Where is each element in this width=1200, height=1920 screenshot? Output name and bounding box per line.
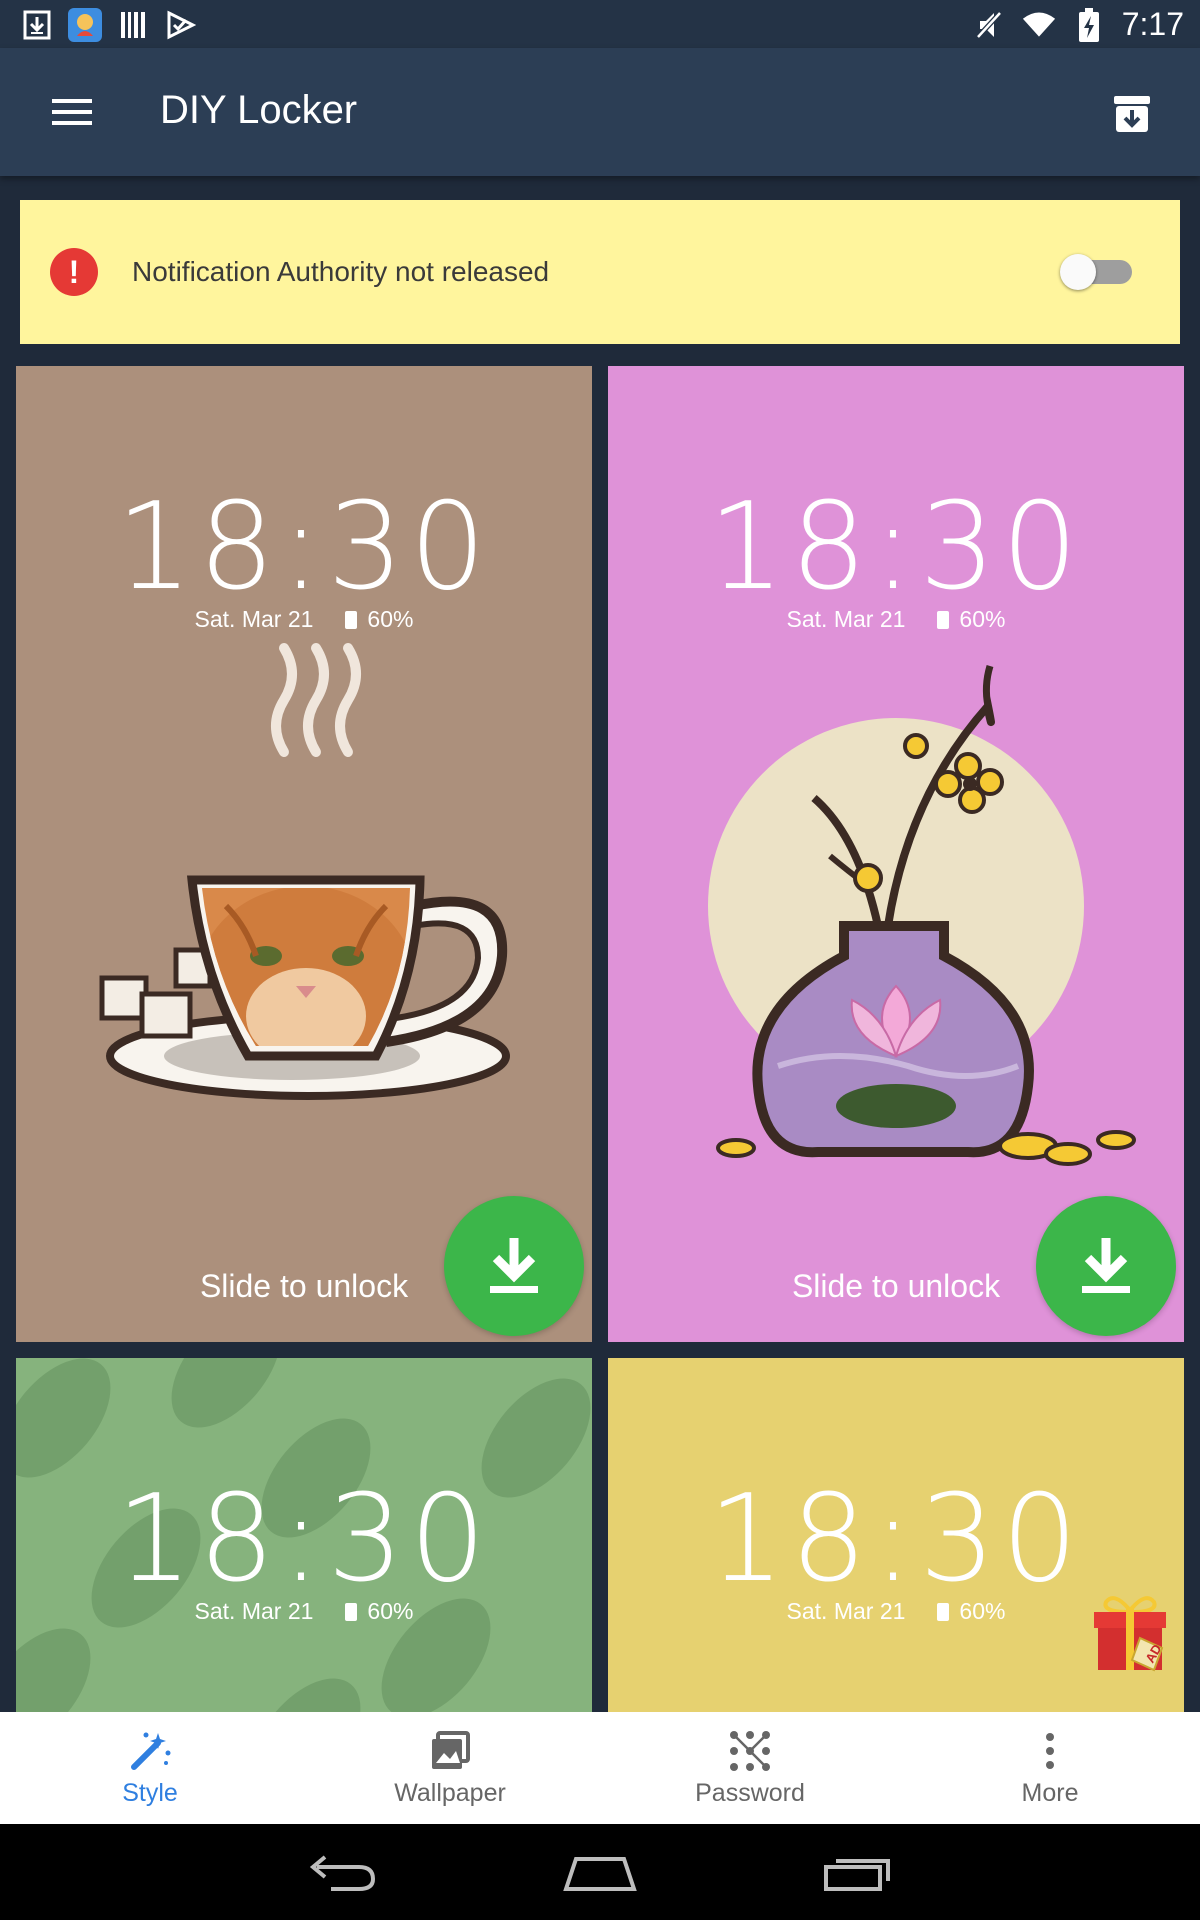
- status-bar: 7:17: [0, 0, 1200, 48]
- download-icon: [20, 8, 54, 42]
- mute-icon: [972, 8, 1006, 42]
- card-battery: 60%: [937, 1598, 1005, 1625]
- nav-label: More: [1021, 1778, 1079, 1807]
- battery-icon: [345, 610, 358, 629]
- battery-charging-icon: [1072, 7, 1106, 42]
- card-battery: 60%: [345, 1598, 413, 1625]
- download-icon: [1082, 1238, 1130, 1293]
- card-clock: 18:30: [116, 1470, 492, 1609]
- menu-button[interactable]: [36, 84, 108, 140]
- gift-icon: [1094, 1596, 1166, 1672]
- card-clock: 18:30: [116, 478, 492, 617]
- notice-text: Notification Authority not released: [132, 256, 550, 287]
- card-battery: 60%: [937, 606, 1005, 633]
- nav-label: Password: [695, 1778, 805, 1807]
- battery-icon: [345, 1602, 358, 1621]
- status-time: 7:17: [1121, 6, 1184, 42]
- pattern-icon: [730, 1730, 770, 1771]
- battery-icon: [937, 1602, 950, 1621]
- recents-icon: [824, 1859, 890, 1891]
- back-icon: [309, 1855, 376, 1891]
- recents-button[interactable]: [808, 1846, 908, 1900]
- back-button[interactable]: [292, 1846, 392, 1900]
- card-clock: 18:30: [708, 478, 1084, 617]
- image-icon: [432, 1730, 470, 1769]
- home-button[interactable]: [550, 1846, 650, 1900]
- nav-label: Style: [122, 1778, 178, 1807]
- notification-toggle[interactable]: [1060, 254, 1136, 290]
- nav-wallpaper[interactable]: Wallpaper: [300, 1712, 600, 1824]
- barcode-icon: [116, 8, 150, 42]
- card-date: Sat. Mar 21: [194, 1598, 314, 1624]
- card-battery: 60%: [345, 606, 413, 633]
- play-check-icon: [164, 8, 198, 42]
- archive-download-button[interactable]: [1100, 86, 1164, 142]
- system-navigation-bar: [0, 1824, 1200, 1920]
- battery-percent: 60%: [959, 1598, 1006, 1624]
- toggle-knob: [1060, 254, 1096, 290]
- battery-icon: [937, 610, 950, 629]
- card-date-battery: Sat. Mar 21 60%: [608, 606, 1184, 633]
- nav-style[interactable]: Style: [0, 1712, 300, 1824]
- nav-more[interactable]: More: [900, 1712, 1200, 1824]
- nav-password[interactable]: Password: [600, 1712, 900, 1824]
- card-date: Sat. Mar 21: [786, 1598, 906, 1624]
- wifi-icon: [1022, 8, 1056, 42]
- menu-icon: [52, 99, 92, 125]
- download-theme-button[interactable]: [444, 1196, 584, 1336]
- app-title: DIY Locker: [160, 88, 358, 132]
- theme-card-cat-teacup[interactable]: 18:30 Sat. Mar 21 60% Slide to unlock: [16, 366, 592, 1342]
- card-date-battery: Sat. Mar 21 60%: [16, 606, 592, 633]
- theme-card-lotus-vase[interactable]: 18:30 Sat. Mar 21 60% Slide to unlock: [608, 366, 1184, 1342]
- status-icons-right: 7:17: [972, 6, 1184, 43]
- card-date: Sat. Mar 21: [194, 606, 314, 632]
- gift-ad-button[interactable]: AD: [1088, 1590, 1172, 1674]
- archive-download-icon: [1114, 96, 1150, 132]
- battery-percent: 60%: [367, 1598, 414, 1624]
- theme-card-yellow[interactable]: 18:30 Sat. Mar 21 60% AD: [608, 1358, 1184, 1712]
- battery-percent: 60%: [959, 606, 1006, 632]
- status-icons-left: [20, 8, 198, 42]
- battery-percent: 60%: [367, 606, 414, 632]
- bottom-navigation: Style Wallpaper Password More: [0, 1712, 1200, 1824]
- theme-card-leaf-pattern[interactable]: 18:30 Sat. Mar 21 60%: [16, 1358, 592, 1712]
- card-clock: 18:30: [708, 1470, 1084, 1609]
- magic-wand-icon: [131, 1732, 171, 1770]
- more-vert-icon: [1046, 1732, 1054, 1769]
- app-bar: DIY Locker: [0, 48, 1200, 176]
- notification-banner: ! Notification Authority not released: [20, 200, 1180, 344]
- card-date: Sat. Mar 21: [786, 606, 906, 632]
- card-date-battery: Sat. Mar 21 60%: [16, 1598, 592, 1625]
- alert-icon: !: [50, 248, 98, 296]
- home-icon: [563, 1857, 637, 1891]
- download-icon: [490, 1238, 538, 1293]
- app-icon: [68, 8, 102, 42]
- download-theme-button[interactable]: [1036, 1196, 1176, 1336]
- nav-label: Wallpaper: [394, 1778, 506, 1807]
